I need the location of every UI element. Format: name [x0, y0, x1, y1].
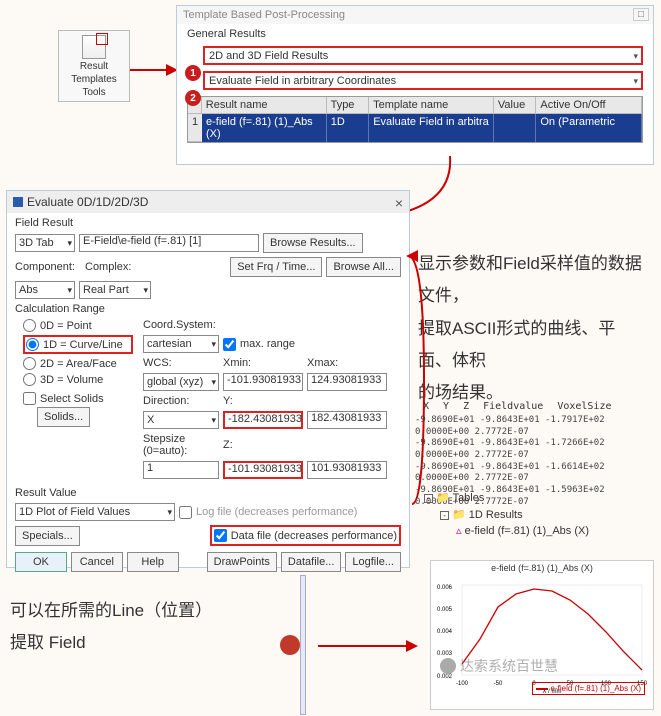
col-act: Active On/Off	[536, 97, 642, 114]
z-label: Z:	[223, 439, 303, 451]
tree-item[interactable]: ▵ e-field (f=.81) (1)_Abs (X)	[424, 523, 589, 540]
calc-range-label: Calculation Range	[15, 303, 401, 315]
logfile-button[interactable]: Logfile...	[345, 552, 401, 572]
direction-select[interactable]: X▾	[143, 411, 219, 429]
ok-button[interactable]: OK	[15, 552, 67, 572]
wcs-label: WCS:	[143, 357, 219, 369]
tool-label-3: Tools	[82, 87, 105, 98]
logfile-check[interactable]: Log file (decreases performance)	[179, 506, 357, 519]
y-label: Y:	[223, 395, 303, 407]
close-button[interactable]: □	[633, 8, 649, 21]
template-icon	[82, 35, 106, 59]
radio-0d[interactable]: 0D = Point	[23, 319, 133, 332]
tool-label-2: Templates	[71, 74, 117, 85]
stepsize-label: Stepsize (0=auto):	[143, 433, 219, 457]
radio-3d[interactable]: 3D = Volume	[23, 373, 133, 386]
svg-text:-100: -100	[456, 681, 469, 687]
dropdown-field-results[interactable]: 2D and 3D Field Results▾	[203, 46, 643, 65]
chart-plot: 0.002 0.003 0.004 0.005 0.006 -100 -50 0…	[431, 575, 653, 695]
annotation-text: 显示参数和Field采样值的数据文件，提取ASCII形式的曲线、平面、体积的场结…	[418, 248, 648, 409]
svg-text:0.006: 0.006	[437, 585, 453, 591]
tab-select[interactable]: 3D Tab▾	[15, 234, 75, 252]
evaluate-field-dialog: Evaluate 0D/1D/2D/3D × Field Result 3D T…	[6, 190, 410, 568]
stepsize-input[interactable]: 1	[143, 461, 219, 479]
chevron-down-icon: ▾	[633, 76, 638, 87]
solids-button[interactable]: Solids...	[37, 407, 90, 427]
result-templates-tools-button[interactable]: Result Templates Tools	[58, 30, 130, 102]
tool-label-1: Result	[80, 61, 108, 72]
section-label: General Results	[177, 24, 653, 46]
complex-label: Complex:	[85, 261, 151, 273]
close-icon[interactable]: ×	[395, 195, 403, 211]
chart-title: e-field (f=.81) (1)_Abs (X)	[431, 561, 653, 575]
template-dialog: Template Based Post-Processing □ General…	[176, 5, 654, 165]
xmin-label: Xmin:	[223, 357, 303, 369]
table-row[interactable]: 1 e-field (f=.81) (1)_Abs (X) 1D Evaluat…	[188, 114, 642, 142]
step-badge-2: 2	[185, 90, 201, 106]
dropdown-evaluate-field[interactable]: Evaluate Field in arbitrary Coordinates▾	[203, 71, 643, 90]
z-input[interactable]: -101.93081933	[223, 461, 303, 479]
col-tpl: Template name	[369, 97, 494, 114]
field-result-label: Field Result	[15, 217, 401, 229]
xmin-input[interactable]: -101.93081933	[223, 373, 303, 391]
radio-2d[interactable]: 2D = Area/Face	[23, 357, 133, 370]
direction-label: Direction:	[143, 395, 219, 407]
datafile-check[interactable]: Data file (decreases performance)	[210, 525, 401, 546]
svg-text:0.005: 0.005	[437, 607, 453, 613]
svg-text:0.004: 0.004	[437, 629, 453, 635]
y-input[interactable]: -182.43081933	[223, 411, 303, 429]
drawpoints-button[interactable]: DrawPoints	[207, 552, 277, 572]
result-chart: e-field (f=.81) (1)_Abs (X) 0.002 0.003 …	[430, 560, 654, 710]
geometry-line	[300, 575, 306, 715]
datafile-button[interactable]: Datafile...	[281, 552, 341, 572]
result-tree: -📁 Tables -📁 1D Results ▵ e-field (f=.81…	[424, 490, 589, 540]
app-icon	[13, 197, 23, 207]
xmax-label: Xmax:	[307, 357, 387, 369]
coord-select[interactable]: cartesian▾	[143, 335, 219, 353]
help-button[interactable]: Help	[127, 552, 179, 572]
field-path-input[interactable]: E-Field\e-field (f=.81) [1]	[79, 234, 259, 252]
geometry-probe-icon	[280, 635, 300, 655]
wcs-select[interactable]: global (xyz)▾	[143, 373, 219, 391]
browse-results-button[interactable]: Browse Results...	[263, 233, 363, 253]
svg-text:-50: -50	[494, 681, 503, 687]
z2-input[interactable]: 101.93081933	[307, 461, 387, 479]
dialog-title: Template Based Post-Processing	[177, 6, 653, 24]
component-select[interactable]: Abs▾	[15, 281, 75, 299]
xmax-input[interactable]: 124.93081933	[307, 373, 387, 391]
dialog-title: Evaluate 0D/1D/2D/3D	[7, 191, 409, 213]
col-type: Type	[327, 97, 370, 114]
specials-button[interactable]: Specials...	[15, 526, 80, 546]
chevron-down-icon: ▾	[633, 51, 638, 62]
select-solids-check[interactable]: Select Solids	[23, 392, 133, 405]
col-val: Value	[494, 97, 537, 114]
tree-tables[interactable]: -📁 Tables	[424, 490, 589, 507]
y2-input[interactable]: 182.43081933	[307, 411, 387, 429]
tree-1d-results[interactable]: -📁 1D Results	[424, 507, 589, 524]
wechat-icon	[440, 658, 456, 674]
radio-1d[interactable]: 1D = Curve/Line	[23, 335, 133, 354]
set-frq-button[interactable]: Set Frq / Time...	[230, 257, 322, 277]
plot-select[interactable]: 1D Plot of Field Values▾	[15, 503, 175, 521]
step-badge-1: 1	[185, 65, 201, 81]
coord-sys-label: Coord.System:	[143, 319, 219, 331]
result-table: Result name Type Template name Value Act…	[187, 96, 643, 143]
result-value-label: Result Value	[15, 487, 401, 499]
watermark: 达索系统百世慧	[440, 656, 558, 676]
annotation-text-2: 可以在所需的Line（位置）提取 Field	[10, 595, 250, 660]
browse-all-button[interactable]: Browse All...	[326, 257, 401, 277]
max-range-check[interactable]: max. range	[223, 338, 295, 351]
complex-select[interactable]: Real Part▾	[79, 281, 151, 299]
chart-legend: e-field (f=.81) (1)_Abs (X)	[532, 682, 645, 695]
col-name: Result name	[202, 97, 327, 114]
component-label: Component:	[15, 261, 81, 273]
cancel-button[interactable]: Cancel	[71, 552, 123, 572]
